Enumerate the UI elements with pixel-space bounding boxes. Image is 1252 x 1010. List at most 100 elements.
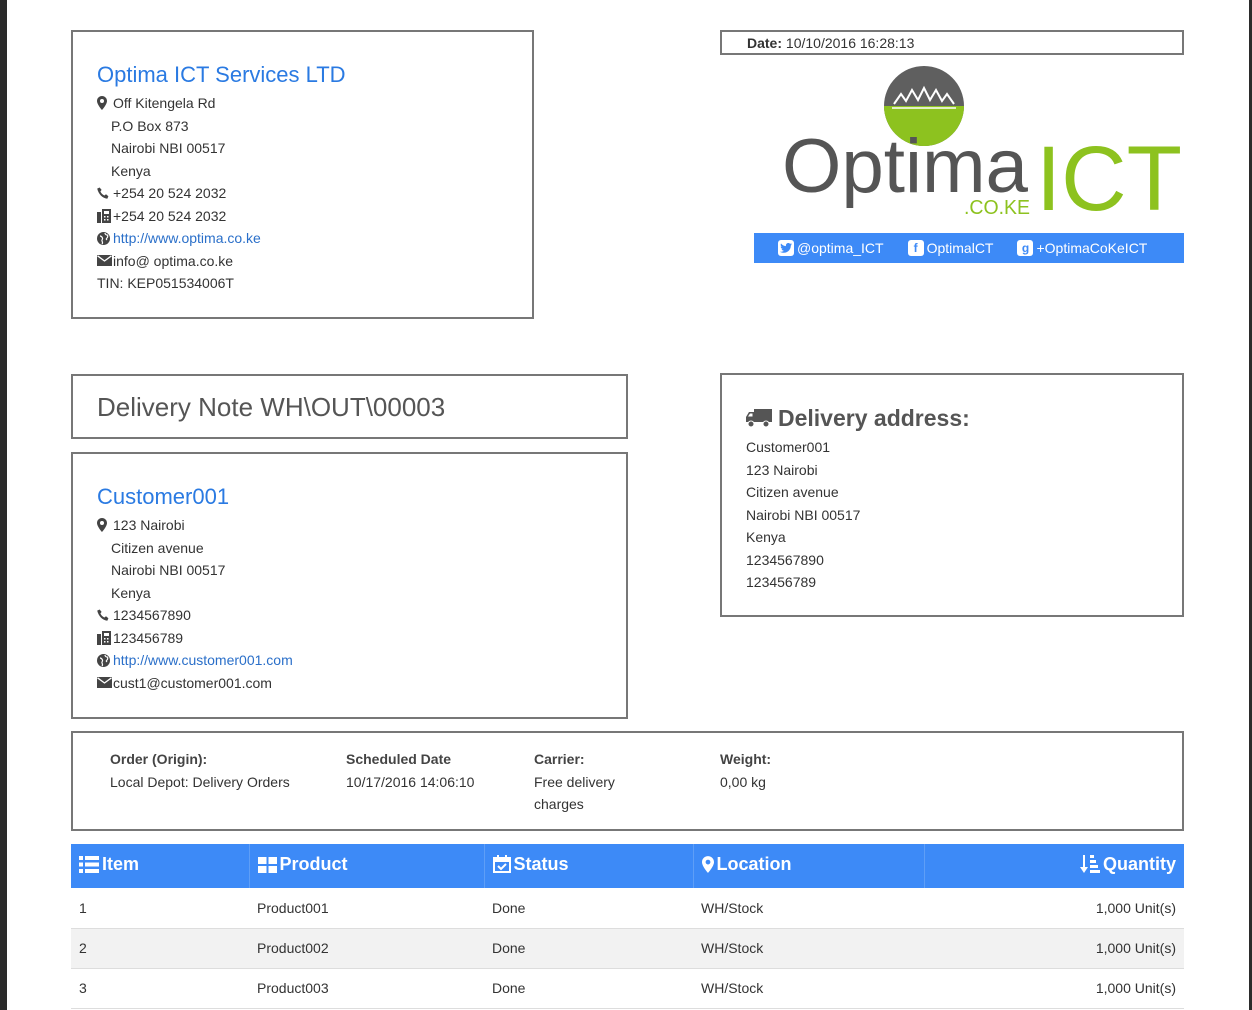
- phone-icon: [97, 187, 113, 200]
- company-fax: +254 20 524 2032: [97, 205, 508, 228]
- fax-icon: [97, 630, 113, 645]
- column-header-product: Product: [249, 844, 485, 888]
- column-header-quantity: Quantity: [924, 844, 1184, 888]
- customer-website-link[interactable]: http://www.customer001.com: [113, 649, 293, 672]
- company-name: Optima ICT Services LTD: [97, 62, 346, 87]
- delivery-address-line: Kenya: [746, 529, 786, 545]
- cell-product: Product002: [249, 928, 484, 969]
- svg-text:ICT: ICT: [1036, 128, 1182, 224]
- column-header-location: Location: [693, 844, 925, 888]
- cell-location: WH/Stock: [693, 928, 924, 969]
- cell-item: 3: [71, 968, 249, 1009]
- cell-quantity: 1,000 Unit(s): [924, 968, 1184, 1009]
- company-address-line: P.O Box 873: [111, 117, 189, 134]
- date-box: Date: 10/10/2016 16:28:13: [720, 30, 1184, 55]
- document-title-box: Delivery Note WH\OUT\00003: [71, 374, 628, 439]
- company-website: http://www.optima.co.ke: [97, 227, 508, 250]
- customer-website: http://www.customer001.com: [97, 649, 602, 672]
- customer-address-line: Kenya: [111, 584, 151, 601]
- company-address-line: Off Kitengela Rd: [97, 92, 508, 115]
- delivery-address-heading: Delivery address:: [746, 402, 1158, 434]
- grid-icon: [257, 856, 277, 873]
- cell-status: Done: [484, 968, 693, 1009]
- twitter-link[interactable]: @optima_ICT: [778, 240, 884, 256]
- company-tin: TIN: KEP051534006T: [97, 275, 234, 291]
- company-info-box: Optima ICT Services LTD Off Kitengela Rd…: [71, 30, 534, 319]
- envelope-icon: [97, 677, 113, 689]
- delivery-address-line: Customer001: [746, 439, 831, 455]
- customer-address-line: Nairobi NBI 00517: [111, 562, 226, 578]
- facebook-icon: f: [907, 240, 924, 256]
- customer-address-line: 123 Nairobi: [97, 514, 602, 537]
- weight-label: Weight:: [720, 751, 772, 767]
- cell-status: Done: [484, 928, 693, 969]
- fax-icon: [97, 208, 113, 223]
- cell-status: Done: [484, 888, 693, 929]
- truck-icon: [746, 409, 772, 428]
- company-address-line: Nairobi NBI 00517: [111, 140, 226, 156]
- delivery-address-line: 123 Nairobi: [746, 461, 818, 478]
- delivery-address-line: Nairobi NBI 00517: [746, 506, 861, 523]
- column-header-status: Status: [484, 844, 694, 888]
- shipment-info-box: Order (Origin): Local Depot: Delivery Or…: [71, 731, 1184, 831]
- sort-amount-icon: [1079, 855, 1100, 874]
- delivery-address-line: Citizen avenue: [746, 484, 839, 500]
- table-header-row: Item Product Status Location Quantity: [71, 844, 1184, 888]
- globe-icon: [97, 231, 113, 245]
- scheduled-date: Scheduled Date 10/17/2016 14:06:10: [346, 748, 474, 793]
- cell-item: 1: [71, 888, 249, 929]
- company-phone: +254 20 524 2032: [97, 182, 508, 205]
- order-origin-value: Local Depot: Delivery Orders: [110, 773, 290, 790]
- column-header-item: Item: [71, 844, 250, 888]
- google-plus-icon: g: [1017, 240, 1034, 256]
- map-marker-icon: [97, 96, 113, 111]
- cell-quantity: 1,000 Unit(s): [924, 928, 1184, 969]
- cell-product: Product003: [249, 968, 484, 1009]
- phone-icon: [97, 609, 113, 622]
- customer-info-box: Customer001 123 Nairobi Citizen avenue N…: [71, 452, 628, 719]
- table-row: 2 Product002 Done WH/Stock 1,000 Unit(s): [71, 928, 1184, 969]
- document-title: Delivery Note WH\OUT\00003: [97, 392, 446, 422]
- cell-quantity: 1,000 Unit(s): [924, 888, 1184, 929]
- viewer-left-edge: [0, 0, 7, 1010]
- weight: Weight: 0,00 kg: [720, 748, 771, 793]
- calendar-check-icon: [492, 855, 511, 874]
- social-bar: @optima_ICT f OptimalCT g +OptimaCoKeICT: [754, 233, 1184, 263]
- carrier: Carrier: Free delivery charges: [534, 748, 615, 816]
- customer-email: cust1@customer001.com: [97, 672, 602, 695]
- scheduled-date-value: 10/17/2016 14:06:10: [346, 773, 475, 790]
- weight-value: 0,00 kg: [720, 773, 766, 790]
- table-row: 3 Product003 Done WH/Stock 1,000 Unit(s): [71, 968, 1184, 1009]
- carrier-value: Free delivery: [534, 773, 615, 790]
- envelope-icon: [97, 255, 113, 267]
- company-address-line: Kenya: [111, 162, 151, 179]
- cell-location: WH/Stock: [693, 968, 924, 1009]
- company-website-link[interactable]: http://www.optima.co.ke: [113, 227, 261, 250]
- customer-name: Customer001: [97, 484, 230, 509]
- delivery-address-line: 1234567890: [746, 551, 824, 568]
- cell-item: 2: [71, 928, 249, 969]
- delivery-address-box: Delivery address: Customer001 123 Nairob…: [720, 373, 1184, 617]
- customer-fax: 123456789: [97, 627, 602, 650]
- date-value: 10/10/2016 16:28:13: [785, 35, 915, 51]
- items-table: Item Product Status Location Quantity 1 …: [71, 844, 1184, 1009]
- table-row: 1 Product001 Done WH/Stock 1,000 Unit(s): [71, 888, 1184, 929]
- order-origin-label: Order (Origin):: [110, 751, 208, 767]
- customer-phone: 1234567890: [97, 604, 602, 627]
- delivery-address-line: 123456789: [746, 574, 817, 590]
- list-icon: [79, 856, 99, 873]
- order-origin: Order (Origin): Local Depot: Delivery Or…: [110, 748, 290, 793]
- customer-address-line: Citizen avenue: [111, 539, 204, 556]
- cell-location: WH/Stock: [693, 888, 924, 929]
- globe-icon: [97, 653, 113, 667]
- facebook-link[interactable]: f OptimalCT: [907, 240, 993, 256]
- map-marker-icon: [701, 856, 714, 873]
- map-marker-icon: [97, 518, 113, 533]
- google-plus-link[interactable]: g +OptimaCoKeICT: [1017, 240, 1147, 256]
- company-email: info@ optima.co.ke: [97, 250, 508, 273]
- cell-product: Product001: [249, 888, 484, 929]
- scheduled-date-label: Scheduled Date: [346, 751, 452, 767]
- carrier-label: Carrier:: [534, 751, 585, 767]
- company-logo: Optima ICT .CO.KE: [778, 64, 1188, 230]
- twitter-icon: [778, 240, 794, 256]
